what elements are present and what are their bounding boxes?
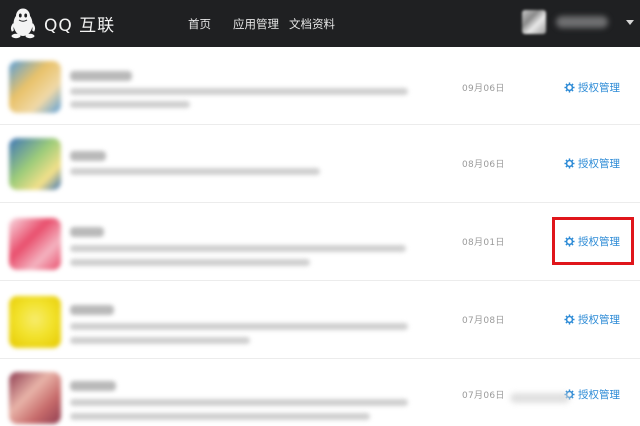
gear-icon bbox=[564, 314, 575, 325]
auth-management-label: 授权管理 bbox=[578, 314, 620, 326]
app-date: 08月01日 bbox=[462, 238, 505, 248]
app-description-redacted bbox=[70, 88, 408, 95]
user-avatar bbox=[522, 10, 546, 34]
app-description-redacted bbox=[70, 259, 310, 266]
app-icon bbox=[9, 61, 61, 113]
auth-management-link[interactable]: 授权管理 bbox=[564, 387, 620, 402]
app-description-redacted bbox=[70, 399, 408, 406]
brand-name: QQ 互联 bbox=[44, 15, 116, 36]
watermark-redacted bbox=[510, 393, 570, 403]
app-description-redacted bbox=[70, 413, 370, 420]
nav-documentation[interactable]: 文档资料 bbox=[289, 0, 335, 47]
app-name-redacted bbox=[70, 151, 106, 161]
auth-management-link[interactable]: 授权管理 bbox=[564, 156, 620, 171]
auth-management-link[interactable]: 授权管理 bbox=[564, 80, 620, 95]
highlight-annotation-box bbox=[552, 217, 634, 265]
top-navigation-bar: QQ 互联 首页 应用管理 文档资料 bbox=[0, 0, 640, 47]
app-description-redacted bbox=[70, 101, 190, 108]
gear-icon bbox=[564, 82, 575, 93]
qq-connect-logo[interactable]: QQ 互联 bbox=[10, 7, 115, 39]
chevron-down-icon[interactable] bbox=[626, 19, 634, 25]
app-row: 07月08日 授权管理 bbox=[0, 281, 640, 359]
app-row: 08月06日 授权管理 bbox=[0, 125, 640, 203]
app-row: 09月06日 授权管理 bbox=[0, 47, 640, 125]
app-icon bbox=[9, 138, 61, 190]
app-row: 08月01日 授权管理 bbox=[0, 203, 640, 281]
nav-app-management[interactable]: 应用管理 bbox=[233, 0, 279, 47]
user-menu[interactable] bbox=[522, 10, 634, 34]
app-list: 09月06日 授权管理 08月06日 授权管理 08月01日 授权管理 07月0… bbox=[0, 47, 640, 426]
app-date: 07月08日 bbox=[462, 316, 505, 326]
auth-management-link[interactable]: 授权管理 bbox=[564, 312, 620, 327]
app-description-redacted bbox=[70, 323, 408, 330]
app-date: 09月06日 bbox=[462, 84, 505, 94]
app-name-redacted bbox=[70, 71, 132, 81]
app-description-redacted bbox=[70, 168, 320, 175]
app-icon bbox=[9, 218, 61, 270]
app-name-redacted bbox=[70, 305, 114, 315]
nav-home[interactable]: 首页 bbox=[188, 0, 211, 47]
auth-management-label: 授权管理 bbox=[578, 82, 620, 94]
app-name-redacted bbox=[70, 227, 104, 237]
app-icon bbox=[9, 372, 61, 424]
username-redacted bbox=[556, 16, 608, 28]
qq-penguin-icon bbox=[10, 7, 36, 39]
auth-management-label: 授权管理 bbox=[578, 158, 620, 170]
app-description-redacted bbox=[70, 337, 250, 344]
app-name-redacted bbox=[70, 381, 116, 391]
gear-icon bbox=[564, 158, 575, 169]
app-date: 08月06日 bbox=[462, 160, 505, 170]
app-description-redacted bbox=[70, 245, 406, 252]
auth-management-label: 授权管理 bbox=[578, 389, 620, 401]
app-date: 07月06日 bbox=[462, 391, 505, 401]
app-icon bbox=[9, 296, 61, 348]
